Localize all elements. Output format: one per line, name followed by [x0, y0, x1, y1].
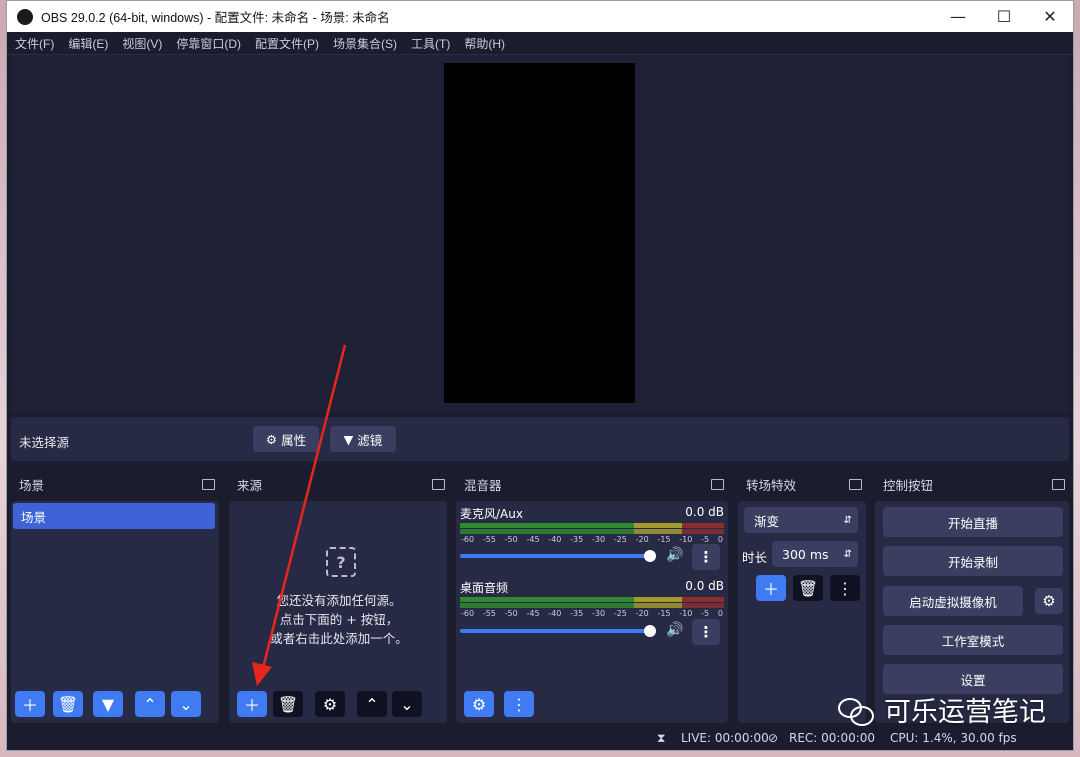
annotation-arrow — [252, 344, 347, 686]
arrow-shaft — [261, 344, 347, 669]
arrow-head — [252, 662, 272, 686]
